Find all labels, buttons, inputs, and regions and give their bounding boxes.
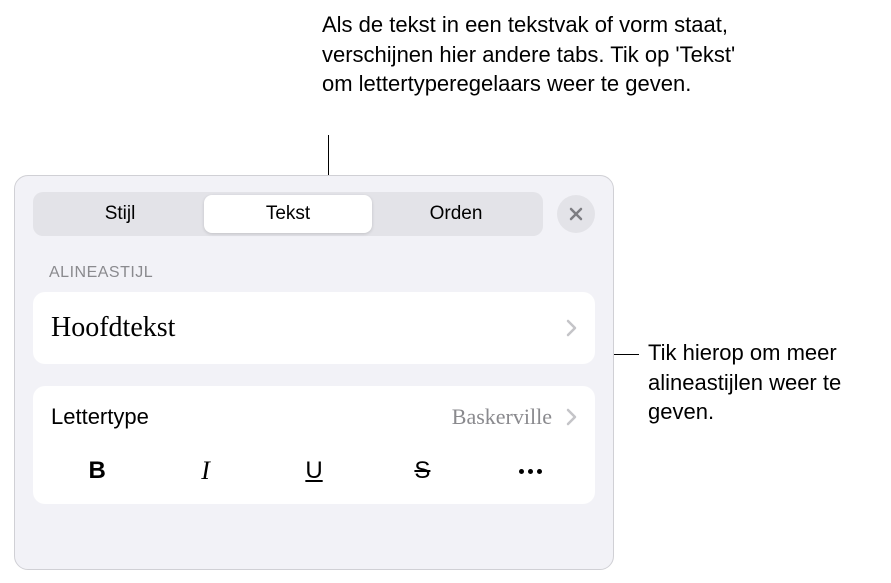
paragraph-style-label: ALINEASTIJL (15, 236, 613, 292)
format-panel: Stijl Tekst Orden ALINEASTIJL Hoofdtekst… (14, 175, 614, 570)
panel-header: Stijl Tekst Orden (15, 176, 613, 236)
segmented-control: Stijl Tekst Orden (33, 192, 543, 236)
callout-top-text: Als de tekst in een tekstvak of vorm sta… (322, 10, 752, 99)
text-style-row: B I U S (33, 444, 595, 504)
paragraph-style-row[interactable]: Hoofdtekst (33, 292, 595, 364)
strikethrough-button[interactable]: S (368, 447, 476, 495)
chevron-right-icon (566, 408, 577, 426)
more-options-button[interactable] (477, 459, 585, 484)
font-row[interactable]: Lettertype Baskerville (33, 386, 595, 444)
tab-style[interactable]: Stijl (36, 195, 204, 233)
callout-right-text: Tik hierop om meer alineastijlen weer te… (648, 338, 888, 427)
paragraph-style-name: Hoofdtekst (51, 312, 175, 344)
italic-button[interactable]: I (151, 446, 259, 496)
ellipsis-icon (519, 469, 542, 474)
font-value-wrap: Baskerville (452, 404, 577, 430)
paragraph-style-card: Hoofdtekst (33, 292, 595, 364)
close-button[interactable] (557, 195, 595, 233)
bold-button[interactable]: B (43, 447, 151, 495)
font-card: Lettertype Baskerville B I U S (33, 386, 595, 504)
close-icon (568, 206, 584, 222)
underline-button[interactable]: U (260, 447, 368, 495)
tab-arrange[interactable]: Orden (372, 195, 540, 233)
tab-text[interactable]: Tekst (204, 195, 372, 233)
chevron-right-icon (566, 319, 577, 337)
font-label: Lettertype (51, 404, 149, 430)
font-value: Baskerville (452, 404, 552, 430)
